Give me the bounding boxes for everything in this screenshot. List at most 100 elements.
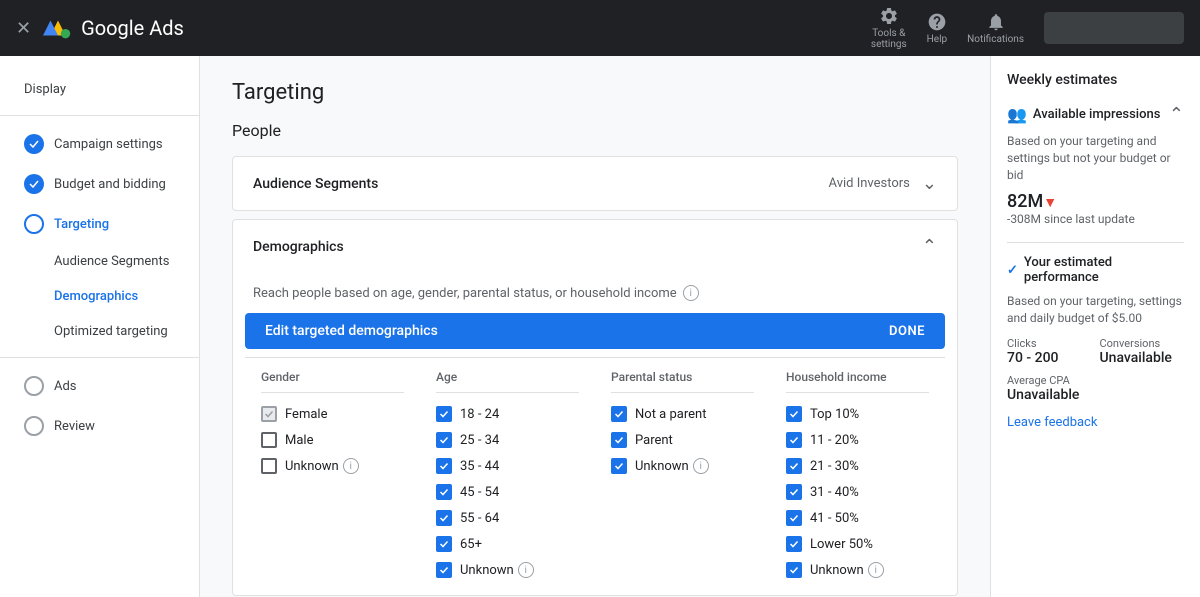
household-income-column: Household income Top 10% 11 - 20% 21 - 3… [770,358,945,595]
income-unknown-checkbox[interactable] [786,562,802,578]
gender-male-row[interactable]: Male [261,427,404,453]
age-35-44-checkbox[interactable] [436,458,452,474]
tools-settings-label: Tools & settings [871,28,907,50]
age-45-54-row[interactable]: 45 - 54 [436,479,579,505]
top-10-row[interactable]: Top 10% [786,401,929,427]
parent-checkbox[interactable] [611,432,627,448]
campaign-settings-check-icon [24,134,44,154]
age-55-64-checkbox[interactable] [436,510,452,526]
41-50-label: 41 - 50% [810,511,859,526]
check-icon [439,539,449,549]
panel-divider [1007,242,1184,243]
21-30-label: 21 - 30% [810,459,859,474]
lower-50-row[interactable]: Lower 50% [786,531,929,557]
collapse-icon[interactable]: ⌃ [1169,104,1184,125]
sidebar-item-optimized-targeting[interactable]: Optimized targeting [0,314,199,349]
top-10-checkbox[interactable] [786,406,802,422]
41-50-row[interactable]: 41 - 50% [786,505,929,531]
age-column: Age 18 - 24 25 - 34 35 - 44 [420,358,595,595]
21-30-checkbox[interactable] [786,458,802,474]
age-unknown-row[interactable]: Unknown i [436,557,579,583]
age-45-54-checkbox[interactable] [436,484,452,500]
age-65plus-row[interactable]: 65+ [436,531,579,557]
age-45-54-label: 45 - 54 [460,485,499,500]
sidebar-item-demographics[interactable]: Demographics [0,279,199,314]
age-header: Age [436,370,579,393]
11-20-checkbox[interactable] [786,432,802,448]
check-icon [439,565,449,575]
parent-row[interactable]: Parent [611,427,754,453]
available-impressions-header: 👥 Available impressions ⌃ [1007,104,1184,125]
11-20-row[interactable]: 11 - 20% [786,427,929,453]
available-impressions-section: 👥 Available impressions ⌃ Based on your … [1007,104,1184,226]
age-25-34-checkbox[interactable] [436,432,452,448]
age-18-24-checkbox[interactable] [436,406,452,422]
41-50-checkbox[interactable] [786,510,802,526]
gender-unknown-info-icon[interactable]: i [343,458,359,474]
31-40-row[interactable]: 31 - 40% [786,479,929,505]
sidebar-item-ads[interactable]: Ads [0,366,199,406]
income-unknown-row[interactable]: Unknown i [786,557,929,583]
done-button[interactable]: DONE [889,324,925,339]
demographics-info-icon[interactable]: i [683,285,699,301]
performance-header: ✓ Your estimated performance [1007,255,1184,285]
age-25-34-row[interactable]: 25 - 34 [436,427,579,453]
sidebar-item-audience-segments[interactable]: Audience Segments [0,244,199,279]
parental-unknown-checkbox[interactable] [611,458,627,474]
notifications-label: Notifications [967,34,1024,45]
targeting-label: Targeting [54,217,109,232]
check-icon [28,138,40,150]
impressions-arrow: ▼ [1043,195,1057,211]
review-circle-icon [24,416,44,436]
female-checkbox[interactable] [261,406,277,422]
sidebar-item-budget-bidding[interactable]: Budget and bidding [0,164,199,204]
not-a-parent-checkbox[interactable] [611,406,627,422]
performance-label: Your estimated performance [1024,255,1184,285]
21-30-row[interactable]: 21 - 30% [786,453,929,479]
notifications-button[interactable]: Notifications [967,12,1024,45]
male-checkbox[interactable] [261,432,277,448]
lower-50-checkbox[interactable] [786,536,802,552]
gender-unknown-row[interactable]: Unknown i [261,453,404,479]
gender-unknown-label: Unknown i [285,458,359,474]
parent-label: Parent [635,433,673,448]
checkmark-icon [264,409,274,419]
gender-female-row[interactable]: Female [261,401,404,427]
parental-unknown-info-icon[interactable]: i [693,458,709,474]
not-a-parent-row[interactable]: Not a parent [611,401,754,427]
close-button[interactable]: ✕ [16,18,31,39]
page-title: Targeting [232,80,958,105]
sidebar-item-review[interactable]: Review [0,406,199,446]
age-18-24-row[interactable]: 18 - 24 [436,401,579,427]
parental-unknown-row[interactable]: Unknown i [611,453,754,479]
help-button[interactable]: Help [927,12,947,45]
audience-segments-header[interactable]: Audience Segments Avid Investors ⌄ [233,157,957,210]
31-40-label: 31 - 40% [810,485,859,500]
sidebar-item-campaign-settings[interactable]: Campaign settings [0,124,199,164]
age-35-44-row[interactable]: 35 - 44 [436,453,579,479]
income-unknown-info-icon[interactable]: i [868,562,884,578]
parental-status-header: Parental status [611,370,754,393]
demographics-description: Reach people based on age, gender, paren… [233,273,957,305]
31-40-checkbox[interactable] [786,484,802,500]
age-65plus-checkbox[interactable] [436,536,452,552]
age-unknown-checkbox[interactable] [436,562,452,578]
sidebar-item-targeting[interactable]: Targeting [0,204,199,244]
age-unknown-info-icon[interactable]: i [518,562,534,578]
age-55-64-row[interactable]: 55 - 64 [436,505,579,531]
check-icon-2 [28,178,40,190]
tools-settings-button[interactable]: Tools & settings [871,6,907,50]
income-unknown-label: Unknown i [810,562,884,578]
search-box[interactable] [1044,12,1184,44]
avg-cpa-value: Unavailable [1007,387,1184,403]
targeting-circle-icon [24,214,44,234]
audience-segments-right: Avid Investors ⌄ [829,173,937,194]
gender-unknown-checkbox[interactable] [261,458,277,474]
demographics-table: Gender Female Male [245,357,945,595]
leave-feedback-link[interactable]: Leave feedback [1007,415,1097,430]
demographics-header[interactable]: Demographics ⌃ [233,220,957,273]
demographics-title: Demographics [253,239,344,255]
main-content: Targeting People Audience Segments Avid … [200,56,990,597]
sidebar-item-display[interactable]: Display [0,72,199,107]
audience-segments-label: Audience Segments [54,254,169,269]
